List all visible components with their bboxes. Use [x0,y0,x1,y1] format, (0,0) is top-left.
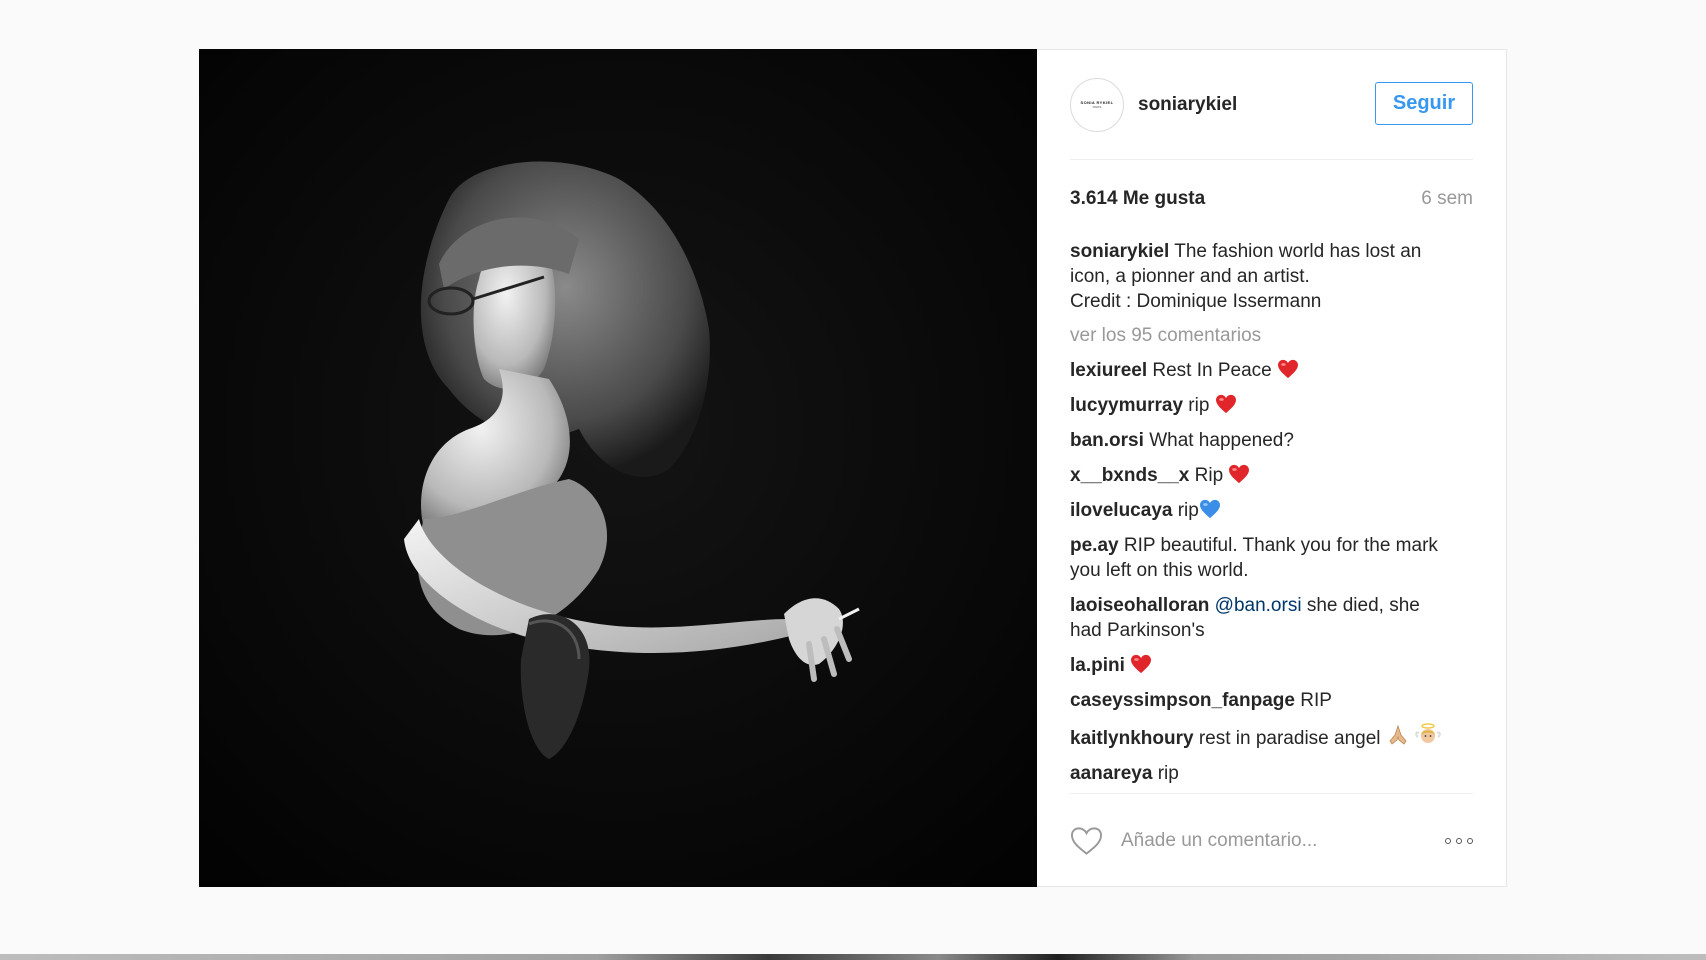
comment-username[interactable]: ilovelucaya [1070,500,1172,521]
caption-username[interactable]: soniarykiel [1070,241,1169,262]
caption-text-line3: Credit : Dominique Issermann [1070,291,1322,312]
more-dot-icon [1445,838,1451,844]
comment-item: ilovelucaya rip [1070,498,1473,523]
post-header: SONIA RYKIEL PARIS soniarykiel Seguir [1070,50,1473,160]
like-button[interactable] [1070,825,1104,857]
caption-text-line1: The fashion world has lost an [1174,241,1422,262]
likes-count[interactable]: 3.614 Me gusta [1070,188,1205,210]
caption-text-line2: icon, a pionner and an artist. [1070,266,1310,287]
comment-text: rip [1177,500,1199,521]
comment-username[interactable]: lexiureel [1070,360,1147,381]
comment-username[interactable]: kaitlynkhoury [1070,728,1194,749]
view-all-comments-link[interactable]: ver los 95 comentarios [1070,323,1473,348]
heart-outline-icon [1070,827,1103,855]
header-username[interactable]: soniarykiel [1138,94,1237,116]
red-heart-icon [1215,394,1236,414]
comment-text: rip [1157,763,1179,784]
comment-username[interactable]: laoiseohalloran [1070,595,1209,616]
comment-text: What happened? [1149,430,1294,451]
comment-username[interactable]: ban.orsi [1070,430,1144,451]
comment-text-continued: you left on this world. [1070,560,1249,581]
blue-heart-icon [1199,499,1220,519]
comment-item: pe.ay RIP beautiful. Thank you for the m… [1070,533,1473,583]
comment-text-continued: had Parkinson's [1070,620,1205,641]
comment-text: rest in paradise angel [1198,728,1381,749]
comment-item: x__bxnds__x Rip [1070,463,1473,488]
comment-text: rip [1188,395,1210,416]
avatar[interactable]: SONIA RYKIEL PARIS [1070,77,1124,132]
comment-item: aanareya rip [1070,761,1473,786]
next-post-preview-strip [0,954,1706,960]
red-heart-icon [1278,359,1299,379]
comment-username[interactable]: lucyymurray [1070,395,1183,416]
comment-item: la.pini [1070,653,1473,678]
comment-text: she died, she [1306,595,1420,616]
more-dot-icon [1456,838,1462,844]
comment-text: Rip [1194,465,1224,486]
comment-input[interactable] [1119,829,1423,853]
post-photo[interactable] [199,49,1037,887]
comment-item: ban.orsi What happened? [1070,428,1473,453]
portrait-photo-image [199,49,1037,887]
comment-mention-link[interactable]: @ban.orsi [1215,595,1302,616]
comment-text: RIP beautiful. Thank you for the mark [1123,535,1438,556]
post-caption: soniarykiel The fashion world has lost a… [1070,239,1473,314]
avatar-brand-subtext: PARIS [1092,105,1102,109]
post-time[interactable]: 6 sem [1421,188,1473,210]
angel-icon [1415,723,1441,743]
comment-username[interactable]: pe.ay [1070,535,1119,556]
follow-button[interactable]: Seguir [1375,82,1473,125]
comment-item: laoiseohalloran @ban.orsi she died, she … [1070,593,1473,643]
comments-list: lexiureel Rest In Peace lucyymurray rip … [1070,358,1473,786]
post-modal: SONIA RYKIEL PARIS soniarykiel Seguir 3.… [199,49,1507,887]
red-heart-icon [1131,654,1152,674]
comment-item: caseyssimpson_fanpage RIP [1070,688,1473,713]
comment-username[interactable]: aanareya [1070,763,1152,784]
comment-item: lucyymurray rip [1070,393,1473,418]
comment-item: lexiureel Rest In Peace [1070,358,1473,383]
comment-item: kaitlynkhoury rest in paradise angel [1070,723,1473,751]
comment-username[interactable]: la.pini [1070,655,1125,676]
post-stats: 3.614 Me gusta 6 sem [1070,188,1473,210]
comment-username[interactable]: caseyssimpson_fanpage [1070,690,1295,711]
comment-username[interactable]: x__bxnds__x [1070,465,1189,486]
red-heart-icon [1229,464,1250,484]
praying-hands-icon [1389,724,1407,745]
post-sidebar: SONIA RYKIEL PARIS soniarykiel Seguir 3.… [1037,50,1506,886]
more-dot-icon [1467,838,1473,844]
more-options-button[interactable] [1445,838,1473,844]
comment-footer [1070,794,1473,888]
comment-text: Rest In Peace [1152,360,1272,381]
comment-text: RIP [1300,690,1332,711]
